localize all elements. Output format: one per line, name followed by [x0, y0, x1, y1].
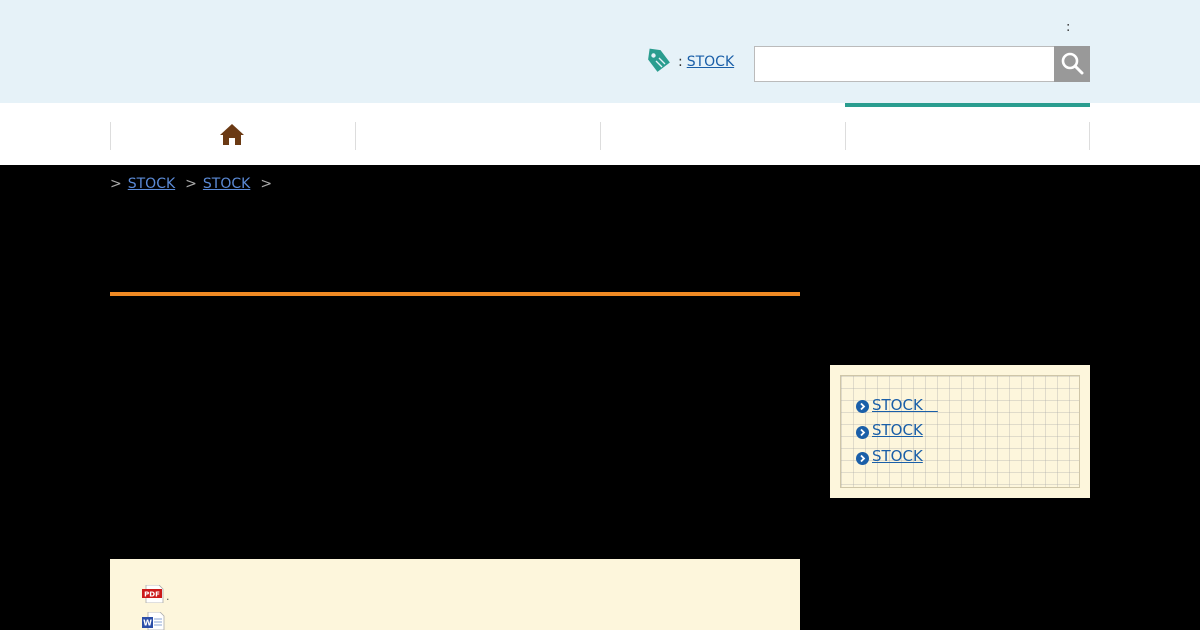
breadcrumb-separator: > [260, 176, 273, 192]
related-link-item: STOCK [856, 417, 1079, 443]
nav-item-3[interactable] [600, 122, 845, 150]
pdf-file-icon: PDF [142, 584, 165, 604]
search-button[interactable] [1054, 46, 1090, 82]
related-links-list: STOCK STOCK STOCK [840, 375, 1080, 488]
file-item-word[interactable]: W [142, 611, 165, 630]
related-links-box: STOCK STOCK STOCK [830, 365, 1090, 498]
tag-area: : STOCK [646, 48, 734, 76]
pdf-label: PDF [144, 591, 160, 599]
breadcrumb-link-2[interactable]: STOCK [203, 176, 250, 192]
chevron-circle-right-icon [856, 398, 869, 413]
breadcrumb-separator: > [185, 176, 197, 192]
global-nav [0, 103, 1200, 165]
search-input[interactable] [754, 46, 1055, 82]
nav-active-indicator [845, 103, 1090, 107]
related-link-1[interactable]: STOCK [872, 394, 938, 415]
file-download-box: PDF . W [110, 559, 800, 630]
chevron-circle-right-icon [856, 424, 869, 439]
related-link-3[interactable]: STOCK [872, 447, 923, 465]
word-label: W [143, 619, 152, 628]
breadcrumb-link-1[interactable]: STOCK [128, 176, 175, 192]
file-suffix: . [166, 590, 170, 603]
header-colon-text: : [1066, 20, 1071, 35]
file-item-pdf[interactable]: PDF . [142, 584, 170, 604]
word-file-icon: W [142, 611, 165, 630]
home-icon[interactable] [219, 122, 245, 148]
search-icon [1060, 51, 1084, 78]
breadcrumb: > STOCK > STOCK > [110, 176, 278, 192]
site-header: : : STOCK [0, 0, 1200, 103]
related-link-item: STOCK [856, 443, 1079, 469]
breadcrumb-separator: > [110, 176, 122, 192]
related-link-item: STOCK [856, 391, 1079, 417]
tag-separator: : [678, 54, 683, 70]
price-tag-icon [646, 48, 672, 76]
related-link-2[interactable]: STOCK [872, 421, 923, 439]
tag-link-stock[interactable]: STOCK [687, 54, 734, 70]
nav-item-4[interactable] [845, 122, 1090, 150]
chevron-circle-right-icon [856, 450, 869, 465]
nav-item-2[interactable] [355, 122, 600, 150]
title-underline [110, 292, 800, 296]
